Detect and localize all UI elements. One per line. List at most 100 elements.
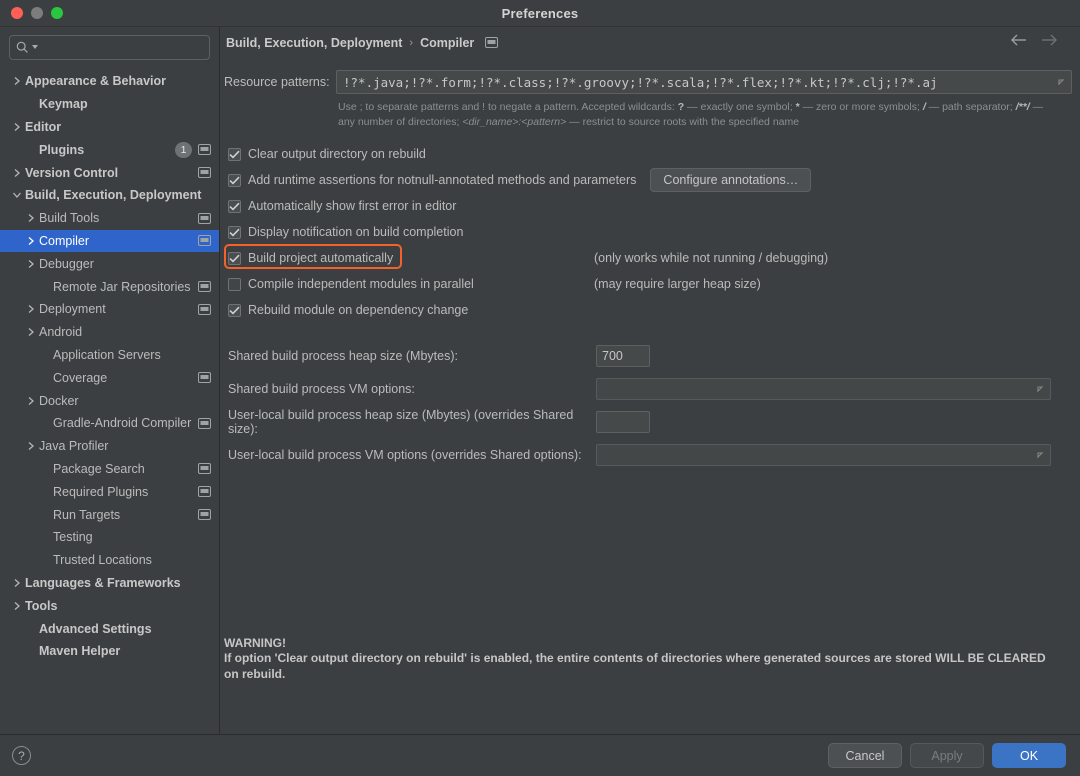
checkbox-compile-independent-modules-in-parallel[interactable] — [228, 278, 241, 291]
chevron-down-icon[interactable] — [9, 191, 25, 199]
compiler-settings-panel: Resource patterns: Use ; to separate pat… — [220, 58, 1080, 734]
sidebar-item-editor[interactable]: Editor — [0, 116, 219, 139]
checkbox-label[interactable]: Compile independent modules in parallel — [248, 277, 474, 291]
chevron-right-icon[interactable] — [9, 601, 25, 611]
project-scope-icon — [198, 304, 211, 315]
search-icon — [16, 41, 29, 54]
sidebar-item-java-profiler[interactable]: Java Profiler — [0, 435, 219, 458]
hint-text-3: — zero or more symbols; — [800, 101, 923, 113]
sidebar-item-version-control[interactable]: Version Control — [0, 161, 219, 184]
apply-button[interactable]: Apply — [910, 743, 984, 768]
sidebar-item-keymap[interactable]: Keymap — [0, 93, 219, 116]
configure-annotations-button[interactable]: Configure annotations… — [650, 168, 811, 192]
window-body: Appearance & Behavior KeymapEditorPlugins… — [0, 27, 1080, 734]
checkbox-label[interactable]: Rebuild module on dependency change — [248, 303, 468, 317]
search-dropdown-icon[interactable] — [32, 45, 38, 50]
sidebar-item-build-execution-deployment[interactable]: Build, Execution, Deployment — [0, 184, 219, 207]
checkbox-display-notification-on-build-completion[interactable] — [228, 226, 241, 239]
checkbox-row-compile-independent-modules-in-parallel: Compile independent modules in parallel (… — [228, 271, 1072, 297]
sidebar-item-build-tools[interactable]: Build Tools — [0, 207, 219, 230]
sidebar-item-deployment[interactable]: Deployment — [0, 298, 219, 321]
sidebar-item-plugins[interactable]: Plugins1 — [0, 138, 219, 161]
sidebar-item-label: Build, Execution, Deployment — [25, 188, 211, 202]
breadcrumb-part-0[interactable]: Build, Execution, Deployment — [226, 36, 402, 50]
field-row-user-local-build-process-heap-size-mbytes-override: User-local build process heap size (Mbyt… — [228, 405, 1072, 438]
resource-patterns-input[interactable] — [336, 70, 1072, 94]
sidebar-item-tools[interactable]: Tools — [0, 594, 219, 617]
chevron-right-icon[interactable] — [23, 236, 39, 246]
warning-text: If option 'Clear output directory on reb… — [224, 651, 1048, 682]
checkbox-note: (only works while not running / debuggin… — [594, 251, 828, 265]
help-button[interactable]: ? — [12, 746, 31, 765]
checkbox-add-runtime-assertions-for-notnull-annotated-met[interactable] — [228, 174, 241, 187]
checkbox-row-add-runtime-assertions-for-notnull-annotated-met: Add runtime assertions for notnull-annot… — [228, 167, 1072, 193]
sidebar-item-package-search[interactable]: Package Search — [0, 458, 219, 481]
expand-editor-icon[interactable] — [1034, 382, 1046, 400]
checkbox-rebuild-module-on-dependency-change[interactable] — [228, 304, 241, 317]
back-arrow-icon[interactable] — [1010, 33, 1028, 52]
zoom-window-icon[interactable] — [51, 7, 63, 19]
sidebar-item-label: Android — [39, 325, 211, 339]
sidebar-item-run-targets[interactable]: Run Targets — [0, 503, 219, 526]
sidebar-item-gradle-android-compiler[interactable]: Gradle-Android Compiler — [0, 412, 219, 435]
sidebar-item-android[interactable]: Android — [0, 321, 219, 344]
checkbox-label[interactable]: Automatically show first error in editor — [248, 199, 456, 213]
chevron-right-icon[interactable] — [9, 122, 25, 132]
sidebar-item-appearance-behavior[interactable]: Appearance & Behavior — [0, 70, 219, 93]
breadcrumb-part-1[interactable]: Compiler — [420, 36, 474, 50]
sidebar-item-label: Appearance & Behavior — [25, 74, 211, 88]
sidebar-item-testing[interactable]: Testing — [0, 526, 219, 549]
expand-editor-icon[interactable] — [1034, 448, 1046, 466]
sidebar-item-debugger[interactable]: Debugger — [0, 252, 219, 275]
chevron-right-icon[interactable] — [9, 578, 25, 588]
chevron-right-icon[interactable] — [23, 441, 39, 451]
minimize-window-icon[interactable] — [31, 7, 43, 19]
resource-patterns-label: Resource patterns: — [224, 75, 336, 89]
compiler-options-list: Clear output directory on rebuild Add run… — [224, 141, 1072, 323]
sidebar-item-maven-helper[interactable]: Maven Helper — [0, 640, 219, 663]
project-scope-icon — [198, 167, 211, 178]
sidebar-item-compiler[interactable]: Compiler — [0, 230, 219, 253]
forward-arrow-icon[interactable] — [1040, 33, 1058, 52]
expand-editor-icon[interactable] — [1055, 75, 1067, 93]
chevron-right-icon[interactable] — [23, 259, 39, 269]
chevron-right-icon[interactable] — [23, 213, 39, 223]
checkbox-label[interactable]: Build project automatically — [248, 251, 393, 265]
settings-sidebar: Appearance & Behavior KeymapEditorPlugins… — [0, 27, 220, 734]
input-user-local-build-process-vm-options-overrides-shar[interactable] — [596, 444, 1051, 466]
checkbox-row-build-project-automatically: Build project automatically (only works w… — [228, 245, 1072, 271]
settings-tree[interactable]: Appearance & Behavior KeymapEditorPlugins… — [0, 68, 219, 734]
input-shared-build-process-heap-size-mbytes[interactable] — [596, 345, 650, 367]
cancel-button[interactable]: Cancel — [828, 743, 902, 768]
sidebar-item-languages-frameworks[interactable]: Languages & Frameworks — [0, 572, 219, 595]
chevron-right-icon[interactable] — [23, 304, 39, 314]
checkbox-label[interactable]: Add runtime assertions for notnull-annot… — [248, 173, 636, 187]
checkbox-label[interactable]: Display notification on build completion — [248, 225, 463, 239]
search-input[interactable] — [41, 41, 203, 55]
field-row-shared-build-process-vm-options: Shared build process VM options: — [228, 372, 1072, 405]
warning-block: WARNING! If option 'Clear output directo… — [224, 636, 1048, 683]
checkbox-label[interactable]: Clear output directory on rebuild — [248, 147, 426, 161]
sidebar-item-application-servers[interactable]: Application Servers — [0, 344, 219, 367]
checkbox-automatically-show-first-error-in-editor[interactable] — [228, 200, 241, 213]
input-shared-build-process-vm-options[interactable] — [596, 378, 1051, 400]
search-box[interactable] — [9, 35, 210, 60]
sidebar-item-trusted-locations[interactable]: Trusted Locations — [0, 549, 219, 572]
resource-patterns-input-wrap — [336, 70, 1072, 94]
checkbox-clear-output-directory-on-rebuild[interactable] — [228, 148, 241, 161]
input-user-local-build-process-heap-size-mbytes-override[interactable] — [596, 411, 650, 433]
chevron-right-icon[interactable] — [9, 76, 25, 86]
ok-button[interactable]: OK — [992, 743, 1066, 768]
chevron-right-icon[interactable] — [9, 168, 25, 178]
close-window-icon[interactable] — [11, 7, 23, 19]
sidebar-item-required-plugins[interactable]: Required Plugins — [0, 480, 219, 503]
sidebar-item-docker[interactable]: Docker — [0, 389, 219, 412]
input-wrap-user-local-build-process-vm-options-overrides-shar — [596, 444, 1051, 466]
sidebar-item-coverage[interactable]: Coverage — [0, 366, 219, 389]
sidebar-item-advanced-settings[interactable]: Advanced Settings — [0, 617, 219, 640]
chevron-right-icon[interactable] — [23, 396, 39, 406]
checkbox-build-project-automatically[interactable] — [228, 252, 241, 265]
chevron-right-icon[interactable] — [23, 327, 39, 337]
sidebar-item-remote-jar-repositories[interactable]: Remote Jar Repositories — [0, 275, 219, 298]
checkbox-note: (may require larger heap size) — [594, 277, 761, 291]
